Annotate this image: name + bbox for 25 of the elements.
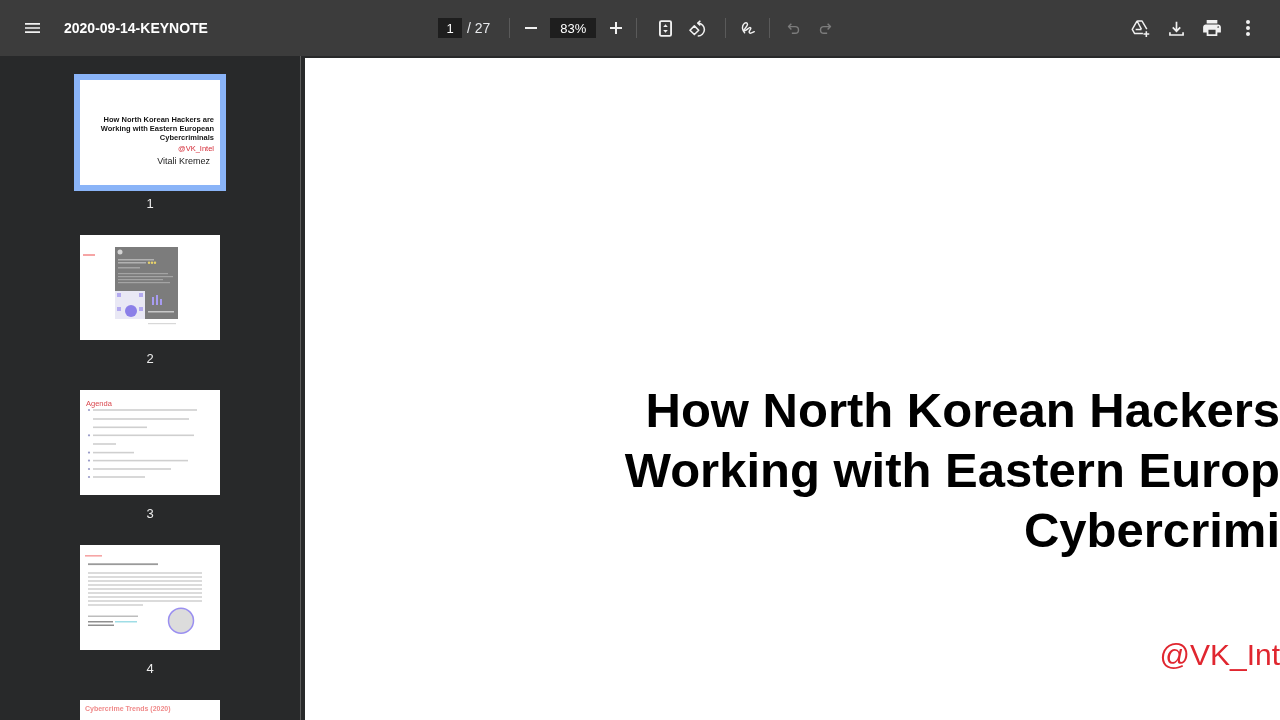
thumbnail-page-number: 2 [146, 352, 154, 366]
redo-icon [818, 22, 832, 34]
minus-icon [525, 27, 538, 29]
slide-title: How North Korean Hackers Working with Eastern Europ Cybercrimi [624, 382, 1280, 559]
page-thumbnail[interactable] [80, 545, 220, 650]
thumbnail-page-number: 3 [146, 507, 154, 521]
triangle-plus-icon [1130, 19, 1150, 37]
thumbnail-page-number: 1 [146, 197, 154, 211]
menu-icon [24, 23, 40, 33]
more-icon [1246, 20, 1250, 36]
squiggle-icon [739, 21, 755, 35]
undo-icon [786, 22, 800, 34]
zoom-field[interactable]: 83% [550, 18, 597, 38]
author-name: Vitali Kremez [157, 156, 210, 167]
plus-icon [610, 22, 623, 34]
rotate-icon [688, 19, 706, 37]
page-thumbnail[interactable] [80, 235, 220, 340]
printer-icon [1203, 20, 1221, 36]
download-icon [1168, 20, 1184, 36]
page-count-label: / 27 [467, 20, 491, 36]
document-title: 2020-09-14-KEYNOTE [64, 20, 208, 36]
page-arrows-icon [658, 19, 672, 37]
handle-text: @VK_Int [1159, 637, 1280, 673]
page-number-field[interactable]: 1 [438, 18, 462, 38]
thumbnail-page-number: 4 [146, 662, 154, 676]
